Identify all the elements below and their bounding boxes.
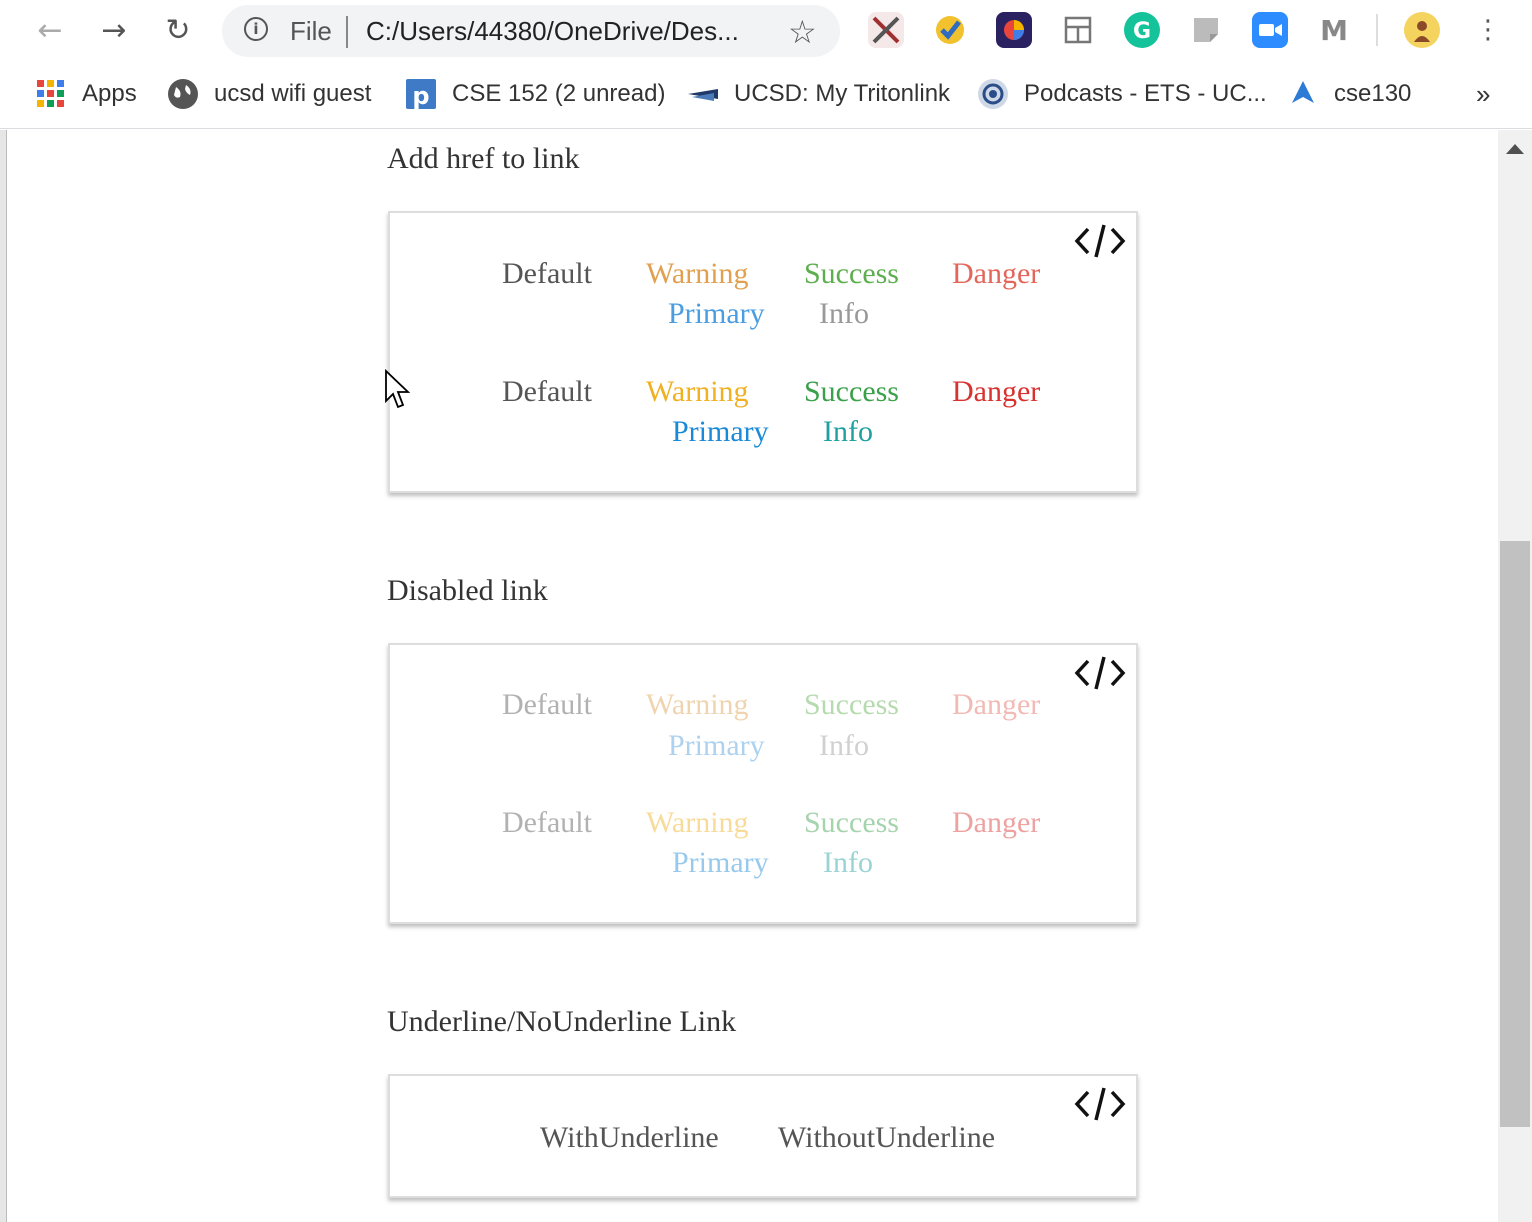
extension-colorwheel-icon[interactable] (996, 12, 1032, 48)
disabled-link-success: Success (804, 688, 899, 721)
code-icon[interactable] (1074, 1084, 1126, 1124)
address-bar[interactable]: i File C:/Users/44380/OneDrive/Des... ☆ (222, 5, 840, 57)
grammarly-icon[interactable]: G (1124, 12, 1160, 48)
bookmark-label: ucsd wifi guest (214, 80, 372, 107)
profile-avatar[interactable] (1404, 12, 1440, 48)
address-divider (346, 16, 348, 48)
bookmark-tritonlink[interactable]: UCSD: My Tritonlink (688, 78, 950, 110)
svg-text:p: p (412, 82, 429, 109)
link-success[interactable]: Success (804, 375, 899, 409)
toolbar-divider (1376, 14, 1378, 46)
podcast-icon (978, 79, 1008, 109)
code-icon[interactable] (1074, 653, 1126, 693)
cse130-icon (1288, 79, 1318, 109)
bookmark-label: Apps (82, 80, 137, 107)
link-danger[interactable]: Danger (952, 257, 1040, 291)
svg-text:M: M (1320, 14, 1348, 47)
link-primary[interactable]: Primary (672, 415, 769, 449)
link-warning[interactable]: Warning (646, 375, 749, 409)
disabled-link-card: Default Warning Success Danger Primary I… (388, 643, 1138, 924)
piazza-icon: p (406, 79, 436, 110)
menu-kebab-icon[interactable]: ⋮ (1468, 10, 1508, 50)
link-default[interactable]: Default (502, 375, 592, 409)
address-url[interactable]: C:/Users/44380/OneDrive/Des... (366, 16, 739, 47)
zoom-icon[interactable] (1252, 12, 1288, 48)
extension-ribbon-icon[interactable] (932, 12, 968, 48)
bookmark-label: CSE 152 (2 unread) (452, 80, 666, 107)
browser-toolbar: ← → ↻ i File C:/Users/44380/OneDrive/Des… (0, 0, 1532, 62)
link-warning[interactable]: Warning (646, 257, 749, 291)
disabled-link-info: Info (819, 729, 869, 762)
bookmark-star-icon[interactable]: ☆ (788, 13, 817, 51)
extension-layout-icon[interactable] (1060, 12, 1096, 48)
bookmark-cse130[interactable]: cse130 (1288, 78, 1411, 110)
bookmark-ucsd-wifi[interactable]: ucsd wifi guest (168, 78, 371, 110)
section-title-href: Add href to link (387, 142, 580, 175)
extension-note-icon[interactable] (1188, 12, 1224, 48)
scrollbar-thumb[interactable] (1500, 541, 1530, 1127)
scroll-up-arrow-icon[interactable] (1506, 144, 1524, 154)
link-primary[interactable]: Primary (668, 297, 765, 331)
bookmark-apps[interactable]: Apps (36, 78, 137, 110)
code-icon[interactable] (1074, 221, 1126, 261)
link-success[interactable]: Success (804, 257, 899, 291)
bookmark-label: cse130 (1334, 80, 1412, 107)
medium-icon[interactable]: M (1316, 12, 1352, 48)
disabled-link-primary: Primary (668, 729, 765, 762)
disabled-link-danger: Danger (952, 688, 1041, 721)
bookmark-cse152[interactable]: p CSE 152 (2 unread) (406, 78, 665, 110)
link-info[interactable]: Info (819, 297, 869, 331)
underline-link-card: WithUnderline WithoutUnderline (388, 1074, 1138, 1198)
extension-scissors-icon[interactable] (868, 12, 904, 48)
disabled-link-default: Default (502, 688, 592, 721)
forward-icon[interactable]: → (94, 10, 134, 50)
disabled-link-danger: Danger (952, 806, 1041, 839)
bookmark-podcasts[interactable]: Podcasts - ETS - UC... (978, 78, 1267, 110)
section-title-underline: Underline/NoUnderline Link (387, 1005, 737, 1038)
back-icon[interactable]: ← (30, 10, 70, 50)
link-default[interactable]: Default (502, 257, 592, 291)
section-title-disabled: Disabled link (387, 574, 548, 607)
disabled-link-info: Info (823, 846, 873, 879)
info-icon[interactable]: i (244, 17, 268, 41)
link-without-underline[interactable]: WithoutUnderline (778, 1121, 995, 1155)
disabled-link-default: Default (502, 806, 592, 839)
bookmark-label: Podcasts - ETS - UC... (1024, 80, 1267, 107)
disabled-link-warning: Warning (646, 688, 749, 721)
disabled-link-warning: Warning (646, 806, 749, 839)
globe-icon (168, 79, 198, 109)
mouse-cursor-icon (385, 369, 411, 409)
apps-grid-icon (36, 79, 66, 109)
disabled-link-primary: Primary (672, 846, 769, 879)
link-with-underline[interactable]: WithUnderline (540, 1121, 719, 1155)
link-danger[interactable]: Danger (952, 375, 1040, 409)
link-info[interactable]: Info (823, 415, 873, 449)
bookmarks-overflow-button[interactable]: » (1476, 78, 1490, 110)
address-scheme: File (290, 16, 332, 46)
href-link-card: Default Warning Success Danger Primary I… (388, 211, 1138, 493)
disabled-link-success: Success (804, 806, 899, 839)
bookmark-label: UCSD: My Tritonlink (734, 80, 951, 107)
reload-icon[interactable]: ↻ (158, 10, 198, 50)
left-window-edge (0, 130, 7, 1222)
tritonlink-icon (688, 79, 718, 109)
bookmarks-bar: Apps ucsd wifi guest p CSE 152 (2 unread… (0, 62, 1532, 129)
svg-text:G: G (1133, 19, 1151, 44)
